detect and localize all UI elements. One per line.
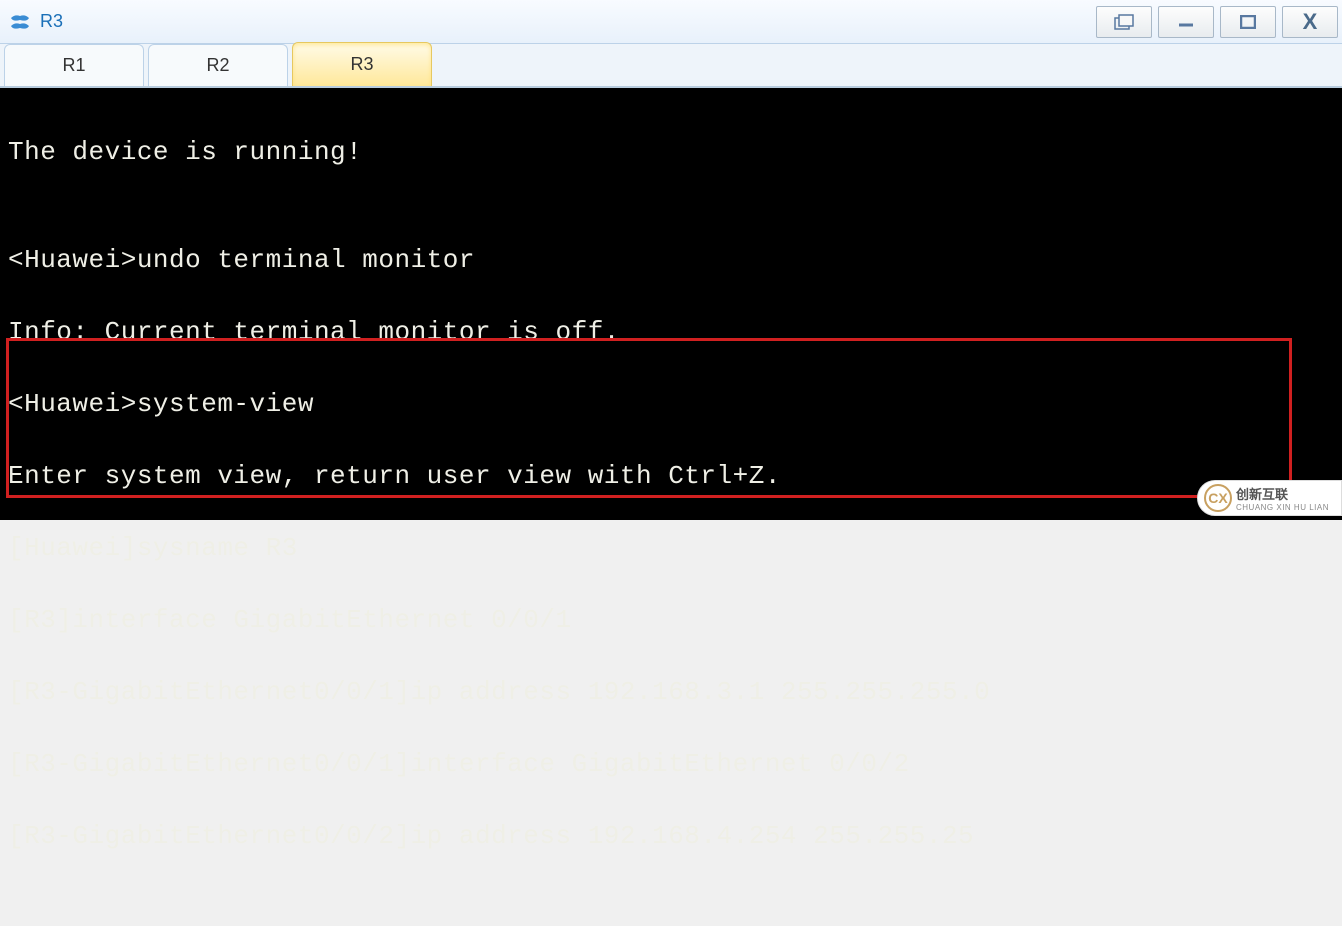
term-line: Enter system view, return user view with…	[8, 458, 1334, 494]
tab-label: R3	[350, 54, 373, 75]
tabbar: R1 R2 R3	[0, 44, 1342, 88]
app-icon	[8, 10, 32, 34]
term-line: [R3-GigabitEthernet0/0/1]interface Gigab…	[8, 746, 1334, 782]
tab-label: R2	[206, 55, 229, 76]
close-icon: X	[1303, 9, 1318, 35]
titlebar: R3 X	[0, 0, 1342, 44]
terminal-output[interactable]: The device is running! <Huawei>undo term…	[0, 88, 1342, 520]
term-line: The device is running!	[8, 134, 1334, 170]
term-line: [R3-GigabitEthernet0/0/2]ip address 192.…	[8, 818, 1334, 854]
watermark-text: 创新互联	[1236, 484, 1329, 503]
term-line: <Huawei>system-view	[8, 386, 1334, 422]
tab-r3[interactable]: R3	[292, 42, 432, 86]
term-line: <Huawei>undo terminal monitor	[8, 242, 1334, 278]
term-line: Info: Current terminal monitor is off.	[8, 314, 1334, 350]
term-line: [R3-GigabitEthernet0/0/1]ip address 192.…	[8, 674, 1334, 710]
term-line: [Huawei]sysname R3	[8, 530, 1334, 566]
window-controls: X	[1090, 6, 1338, 38]
close-button[interactable]: X	[1282, 6, 1338, 38]
watermark: CX 创新互联 CHUANG XIN HU LIAN	[1197, 480, 1342, 516]
app-title: R3	[40, 11, 63, 32]
layer-button[interactable]	[1096, 6, 1152, 38]
watermark-subtext: CHUANG XIN HU LIAN	[1236, 503, 1329, 512]
watermark-icon: CX	[1204, 484, 1232, 512]
tab-r1[interactable]: R1	[4, 44, 144, 86]
maximize-button[interactable]	[1220, 6, 1276, 38]
tab-label: R1	[62, 55, 85, 76]
term-line: [R3]interface GigabitEthernet 0/0/1	[8, 602, 1334, 638]
tab-r2[interactable]: R2	[148, 44, 288, 86]
minimize-button[interactable]	[1158, 6, 1214, 38]
